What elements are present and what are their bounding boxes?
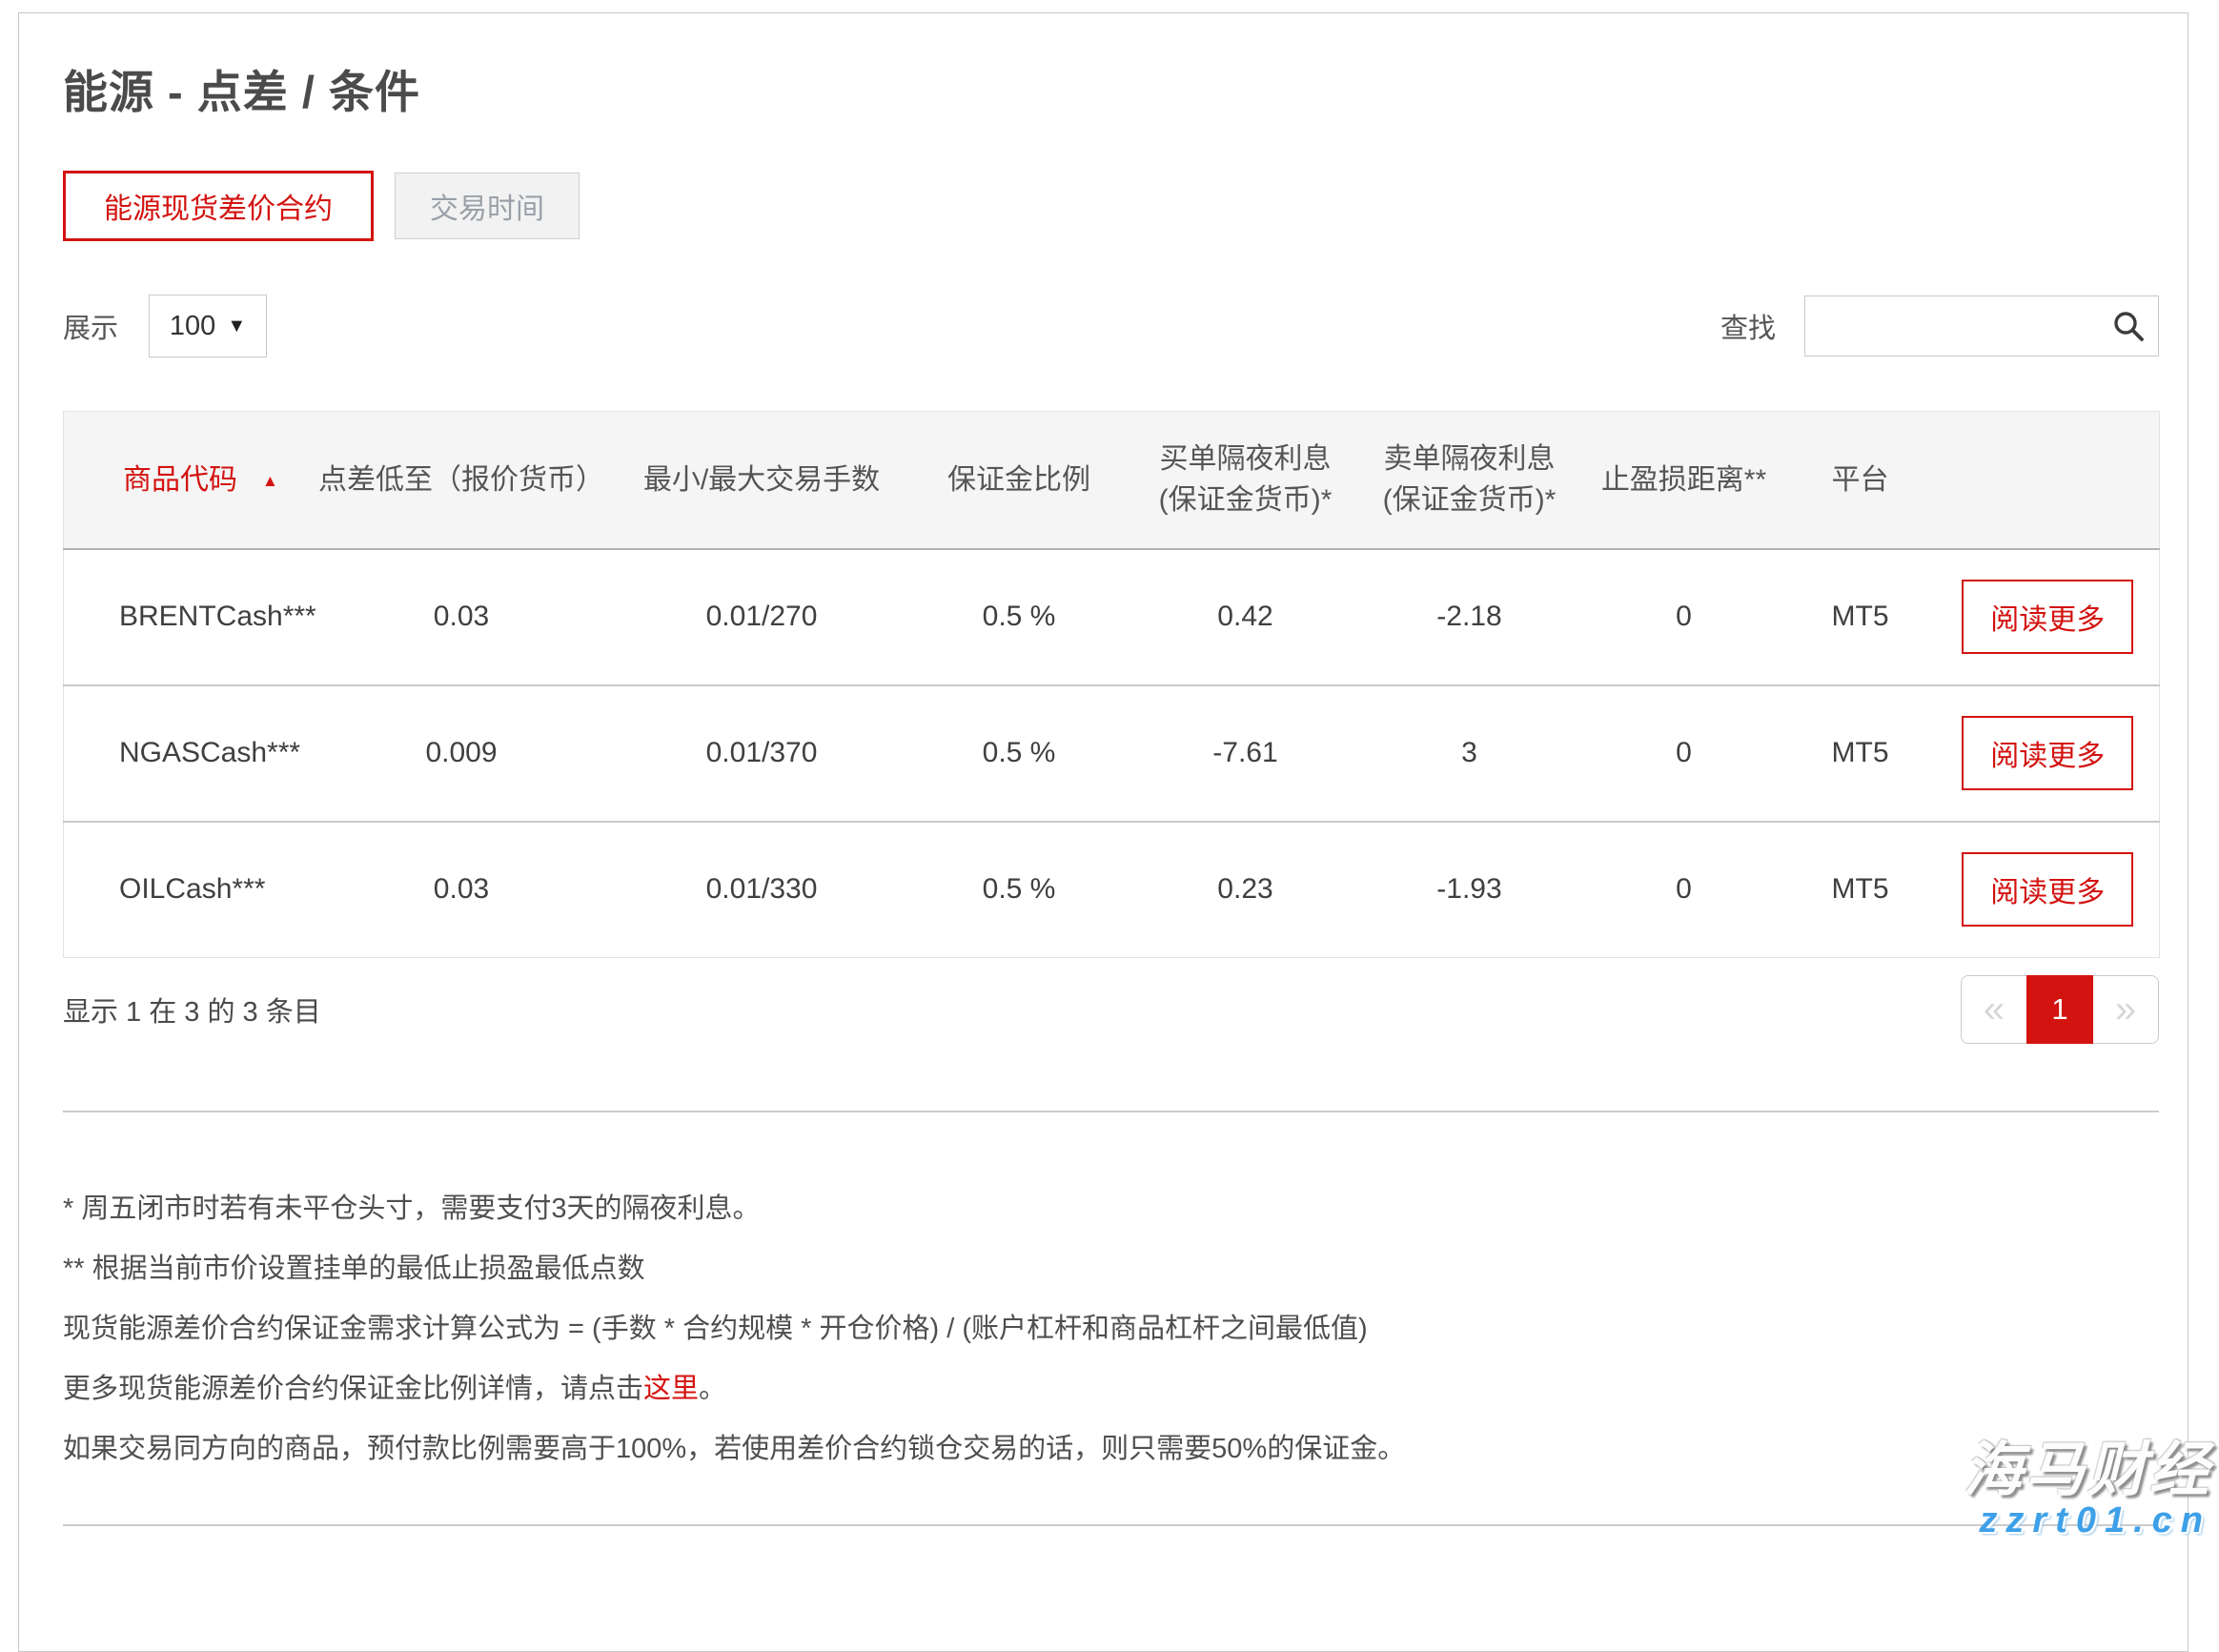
cell-lots: 0.01/330 <box>621 822 903 958</box>
search-label: 查找 <box>1720 306 1776 346</box>
pagination-next-button[interactable]: » <box>2092 975 2159 1044</box>
column-header-swap-short[interactable]: 卖单隔夜利息 (保证金货币)* <box>1355 412 1584 549</box>
here-link[interactable]: 这里 <box>643 1374 699 1404</box>
section-divider <box>63 1111 2159 1112</box>
column-header-spread[interactable]: 点差低至（报价货币） <box>302 412 621 549</box>
footnote-margin-details: 更多现货能源差价合约保证金比例详情，请点击这里。 <box>63 1373 2159 1405</box>
page-size-select[interactable]: 100 ▼ <box>149 295 267 357</box>
cell-symbol: OILCash*** <box>64 822 302 958</box>
cell-tp-sl: 0 <box>1584 685 1784 822</box>
pagination-prev-button[interactable]: « <box>1961 975 2027 1044</box>
column-header-symbol[interactable]: 商品代码▲ <box>64 412 302 549</box>
page-title: 能源 - 点差 / 条件 <box>63 55 2159 121</box>
tab-energy-spot-cfd[interactable]: 能源现货差价合约 <box>63 171 374 241</box>
read-more-button[interactable]: 阅读更多 <box>1962 580 2133 654</box>
column-header-platform[interactable]: 平台 <box>1784 412 1937 549</box>
cell-swap-short: -2.18 <box>1355 549 1584 685</box>
footnote-margin-formula: 现货能源差价合约保证金需求计算公式为 = (手数 * 合约规模 * 开仓价格) … <box>63 1313 2159 1345</box>
column-header-tp-sl[interactable]: 止盈损距离** <box>1584 412 1784 549</box>
table-row: BRENTCash*** 0.03 0.01/270 0.5 % 0.42 -2… <box>64 549 2160 685</box>
sort-asc-icon: ▲ <box>262 472 278 490</box>
tab-bar: 能源现货差价合约 交易时间 <box>63 171 2159 241</box>
cell-margin: 0.5 % <box>903 685 1136 822</box>
table-row: NGASCash*** 0.009 0.01/370 0.5 % -7.61 3… <box>64 685 2160 822</box>
table-footer: 显示 1 在 3 的 3 条目 « 1 » <box>63 975 2159 1044</box>
footnotes: * 周五闭市时若有未平仓头寸，需要支付3天的隔夜利息。 ** 根据当前市价设置挂… <box>63 1193 2159 1465</box>
read-more-button[interactable]: 阅读更多 <box>1962 716 2133 790</box>
show-entries-label: 展示 <box>63 306 118 346</box>
cell-margin: 0.5 % <box>903 822 1136 958</box>
cell-platform: MT5 <box>1784 685 1937 822</box>
column-header-lots[interactable]: 最小/最大交易手数 <box>621 412 903 549</box>
cell-lots: 0.01/370 <box>621 685 903 822</box>
instruments-table: 商品代码▲ 点差低至（报价货币） 最小/最大交易手数 保证金比例 买单隔夜利息 … <box>63 411 2160 958</box>
cell-spread: 0.009 <box>302 685 621 822</box>
pagination-page-1-button[interactable]: 1 <box>2026 975 2093 1044</box>
cell-margin: 0.5 % <box>903 549 1136 685</box>
cell-swap-long: -7.61 <box>1136 685 1355 822</box>
cell-swap-long: 0.23 <box>1136 822 1355 958</box>
cell-platform: MT5 <box>1784 822 1937 958</box>
read-more-button[interactable]: 阅读更多 <box>1962 852 2133 927</box>
cell-tp-sl: 0 <box>1584 822 1784 958</box>
cell-symbol: BRENTCash*** <box>64 549 302 685</box>
cell-spread: 0.03 <box>302 549 621 685</box>
cell-swap-long: 0.42 <box>1136 549 1355 685</box>
search-input[interactable] <box>1804 296 2159 357</box>
table-header-row: 商品代码▲ 点差低至（报价货币） 最小/最大交易手数 保证金比例 买单隔夜利息 … <box>64 412 2160 549</box>
table-controls: 展示 100 ▼ 查找 <box>63 295 2159 357</box>
column-header-swap-long[interactable]: 买单隔夜利息 (保证金货币)* <box>1136 412 1355 549</box>
pagination: « 1 » <box>1961 975 2159 1044</box>
footnote-hedged-margin: 如果交易同方向的商品，预付款比例需要高于100%，若使用差价合约锁仓交易的话，则… <box>63 1433 2159 1465</box>
table-row: OILCash*** 0.03 0.01/330 0.5 % 0.23 -1.9… <box>64 822 2160 958</box>
bottom-divider <box>63 1524 2159 1526</box>
cell-platform: MT5 <box>1784 549 1937 685</box>
footnote-swap-friday: * 周五闭市时若有未平仓头寸，需要支付3天的隔夜利息。 <box>63 1193 2159 1225</box>
page-size-value: 100 <box>170 311 215 342</box>
footnote-min-stop-level: ** 根据当前市价设置挂单的最低止损盈最低点数 <box>63 1253 2159 1285</box>
cell-lots: 0.01/270 <box>621 549 903 685</box>
column-header-actions <box>1937 412 2160 549</box>
column-header-margin[interactable]: 保证金比例 <box>903 412 1136 549</box>
cell-swap-short: 3 <box>1355 685 1584 822</box>
cell-spread: 0.03 <box>302 822 621 958</box>
tab-trading-hours[interactable]: 交易时间 <box>395 173 580 239</box>
entries-summary: 显示 1 在 3 的 3 条目 <box>63 989 321 1030</box>
chevron-down-icon: ▼ <box>227 316 246 337</box>
cell-tp-sl: 0 <box>1584 549 1784 685</box>
cell-swap-short: -1.93 <box>1355 822 1584 958</box>
content-panel: 能源 - 点差 / 条件 能源现货差价合约 交易时间 展示 100 ▼ 查找 <box>18 12 2188 1652</box>
cell-symbol: NGASCash*** <box>64 685 302 822</box>
